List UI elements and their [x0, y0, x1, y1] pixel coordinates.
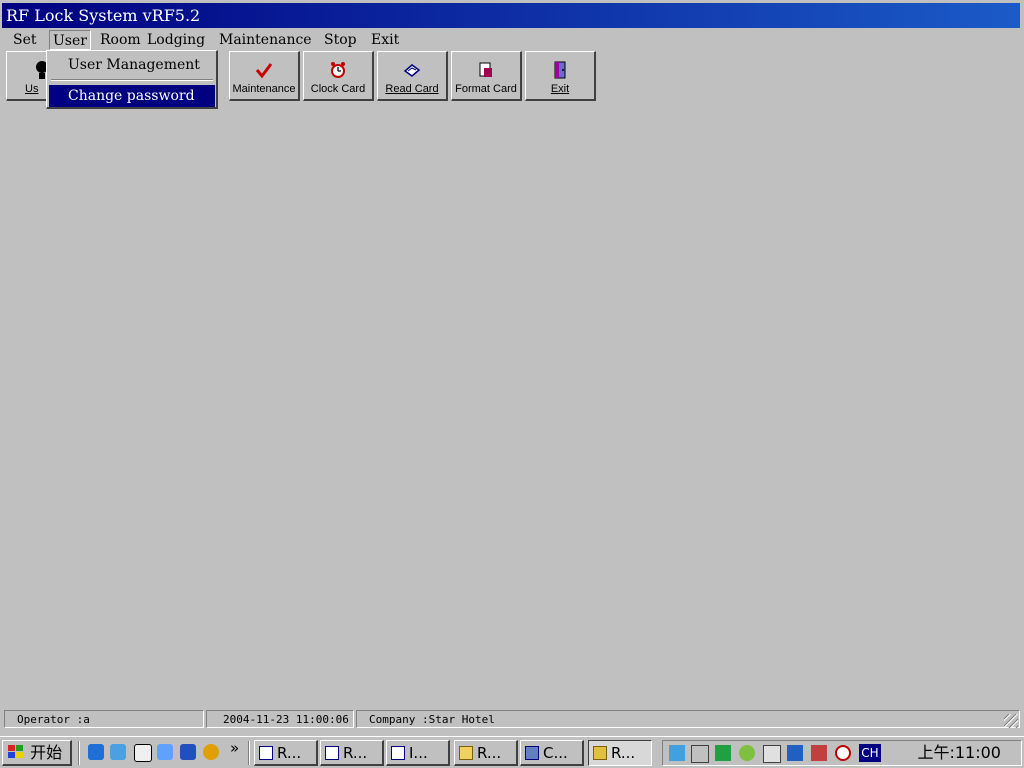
status-bar: Operator :a 2004-11-23 11:00:06 Company … [2, 708, 1020, 730]
start-button[interactable]: 开始 [2, 740, 72, 766]
volume-icon[interactable] [691, 745, 709, 763]
taskbar-divider [78, 741, 80, 765]
windows-flag-icon [8, 745, 23, 758]
menu-set[interactable]: Set [10, 30, 40, 50]
show-desktop-icon[interactable] [157, 744, 173, 760]
notepad-icon[interactable] [134, 744, 152, 762]
exit-toolbar-button[interactable]: Exit [525, 51, 596, 101]
main-window: RF Lock System vRF5.2 Set User Room Lodg… [0, 0, 1024, 736]
quicklaunch-more[interactable]: » [230, 739, 239, 757]
taskbar: 开始 » R... R... I... R... C... R... CH 上午… [0, 736, 1024, 768]
menu-room[interactable]: Room [97, 30, 144, 50]
read-card-button-label: Read Card [385, 83, 439, 95]
read-card-toolbar-button[interactable]: Read Card [377, 51, 448, 101]
qq-icon[interactable] [203, 744, 219, 760]
menu-separator [51, 79, 213, 81]
word-doc-icon [325, 746, 339, 760]
exit-button-label: Exit [550, 83, 570, 95]
menu-lodging[interactable]: Lodging [144, 30, 208, 50]
taskbar-task[interactable]: R... [254, 740, 318, 766]
format-card-button-label: Format Card [455, 83, 517, 95]
folder-icon [459, 746, 473, 760]
menu-item-user-management[interactable]: User Management [49, 54, 215, 76]
checkmark-icon [230, 59, 298, 81]
menu-user[interactable]: User [49, 30, 91, 50]
key-lock-icon [593, 746, 607, 760]
status-datetime: 2004-11-23 11:00:06 [206, 710, 354, 728]
exit-door-icon [526, 59, 594, 81]
menu-bar: Set User Room Lodging Maintenance Stop E… [2, 30, 1020, 50]
taskbar-task[interactable]: R... [320, 740, 384, 766]
start-label: 开始 [30, 743, 63, 762]
disc-icon[interactable] [739, 745, 755, 761]
alarm-clock-icon [304, 59, 372, 81]
taskbar-task-active[interactable]: R... [588, 740, 652, 766]
app-icon [525, 746, 539, 760]
maintenance-button-label: Maintenance [232, 83, 296, 95]
chart-icon[interactable] [811, 745, 827, 761]
word-doc-icon [391, 746, 405, 760]
antivirus-icon[interactable] [835, 745, 851, 761]
clock-card-toolbar-button[interactable]: Clock Card [303, 51, 374, 101]
network-icon[interactable] [669, 745, 685, 761]
system-tray: CH 上午:11:00 [662, 740, 1022, 766]
resize-grip[interactable] [1004, 714, 1018, 728]
window-title: RF Lock System vRF5.2 [2, 3, 1020, 28]
language-indicator[interactable]: CH [859, 744, 881, 762]
status-operator: Operator :a [4, 710, 204, 728]
shield-icon[interactable] [787, 745, 803, 761]
maintenance-toolbar-button[interactable]: Maintenance [229, 51, 300, 101]
taskbar-task[interactable]: C... [520, 740, 584, 766]
card-icon [378, 59, 446, 81]
app-quicklaunch-icon[interactable] [180, 744, 196, 760]
format-card-icon [452, 59, 520, 81]
word-doc-icon [259, 746, 273, 760]
outlook-icon[interactable] [110, 744, 126, 760]
internet-explorer-icon[interactable] [88, 744, 104, 760]
menu-stop[interactable]: Stop [321, 30, 360, 50]
taskbar-divider [248, 741, 250, 765]
user-dropdown-menu: User Management Change password [46, 50, 218, 109]
status-company: Company :Star Hotel [356, 710, 1020, 728]
menu-item-change-password[interactable]: Change password [49, 85, 215, 107]
clock-card-button-label: Clock Card [310, 83, 366, 95]
taskbar-task[interactable]: R... [454, 740, 518, 766]
menu-maintenance[interactable]: Maintenance [216, 30, 315, 50]
format-card-toolbar-button[interactable]: Format Card [451, 51, 522, 101]
umbrella-icon[interactable] [715, 745, 731, 761]
taskbar-clock[interactable]: 上午:11:00 [917, 741, 1001, 765]
media-icon[interactable] [763, 745, 781, 763]
taskbar-task[interactable]: I... [386, 740, 450, 766]
menu-exit[interactable]: Exit [368, 30, 402, 50]
